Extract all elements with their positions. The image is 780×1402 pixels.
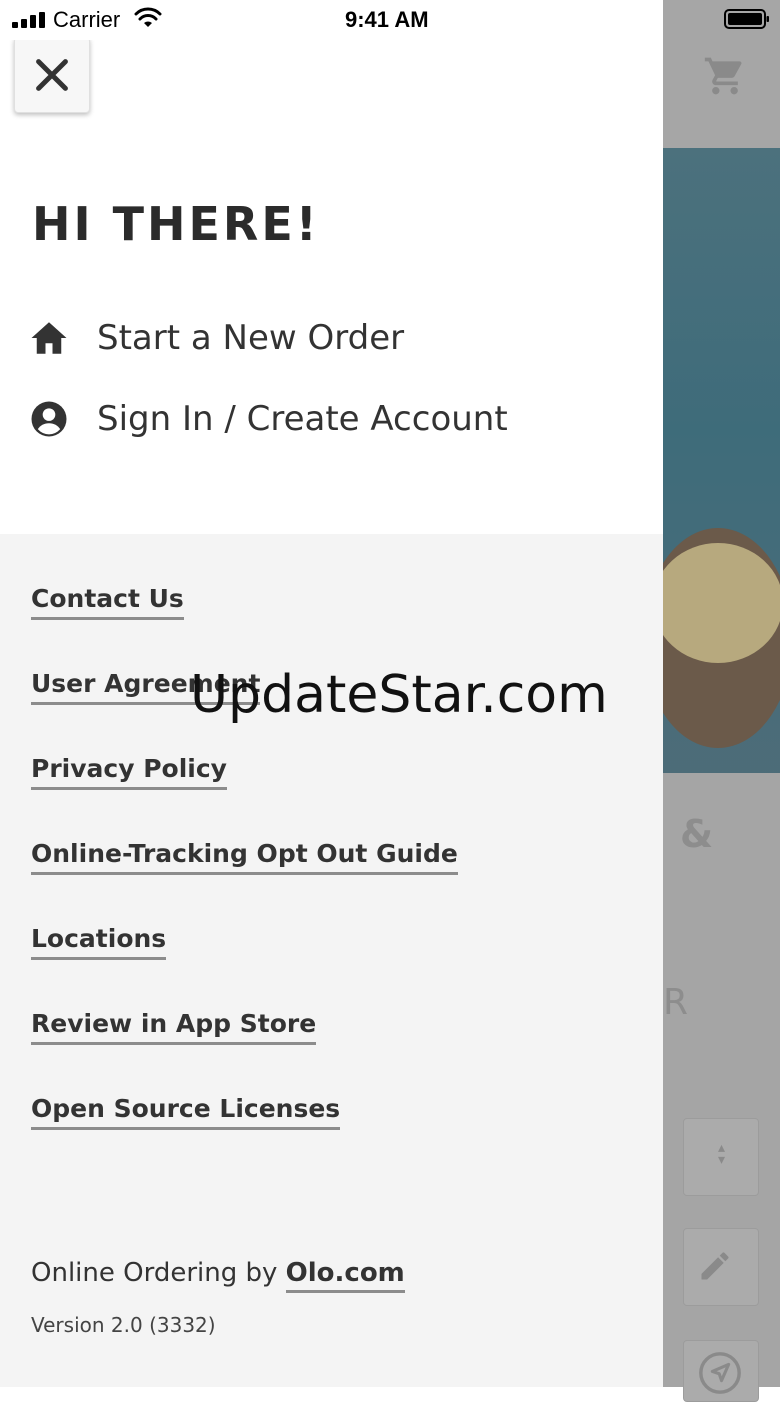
background-letter: R: [663, 982, 689, 1023]
greeting-heading: HI THERE!: [32, 197, 320, 251]
navigation-icon: [697, 1350, 743, 1396]
pencil-icon: [697, 1248, 733, 1284]
link-open-source-licenses[interactable]: Open Source Licenses: [31, 1093, 341, 1130]
chevron-updown-icon: ▴ ▾: [718, 1139, 726, 1167]
menu-item-label: Start a New Order: [97, 318, 405, 358]
status-bar: Carrier 9:41 AM: [0, 0, 663, 40]
menu-item-label: Sign In / Create Account: [97, 399, 508, 439]
version-label: Version 2.0 (3332): [31, 1313, 216, 1337]
home-icon: [28, 317, 70, 359]
background-ampersand: &: [680, 812, 714, 856]
link-review-app-store[interactable]: Review in App Store: [31, 1008, 317, 1045]
cart-icon: [703, 54, 747, 98]
close-button[interactable]: [14, 37, 90, 113]
watermark-text: UpdateStar.com: [190, 665, 608, 725]
close-icon: [36, 59, 68, 91]
link-contact-us[interactable]: Contact Us: [31, 583, 184, 620]
link-privacy-policy[interactable]: Privacy Policy: [31, 753, 227, 790]
wifi-icon: [134, 7, 162, 27]
drawer-header-section: HI THERE! Start a New Order Sign In / Cr…: [0, 0, 663, 534]
link-locations[interactable]: Locations: [31, 923, 167, 960]
battery-icon: [724, 9, 769, 29]
menu-item-start-new-order[interactable]: Start a New Order: [28, 308, 404, 368]
background-food-photo: [663, 148, 780, 773]
olo-link[interactable]: Olo.com: [285, 1258, 405, 1293]
credit-prefix: Online Ordering by: [31, 1258, 278, 1288]
carrier-label: Carrier: [53, 7, 121, 32]
status-time: 9:41 AM: [345, 7, 429, 32]
link-online-tracking-opt-out[interactable]: Online-Tracking Opt Out Guide: [31, 838, 458, 875]
account-icon: [28, 398, 70, 440]
signal-icon: [12, 12, 45, 28]
menu-item-sign-in[interactable]: Sign In / Create Account: [28, 389, 508, 449]
online-ordering-credit: Online Ordering by Olo.com: [31, 1258, 405, 1293]
